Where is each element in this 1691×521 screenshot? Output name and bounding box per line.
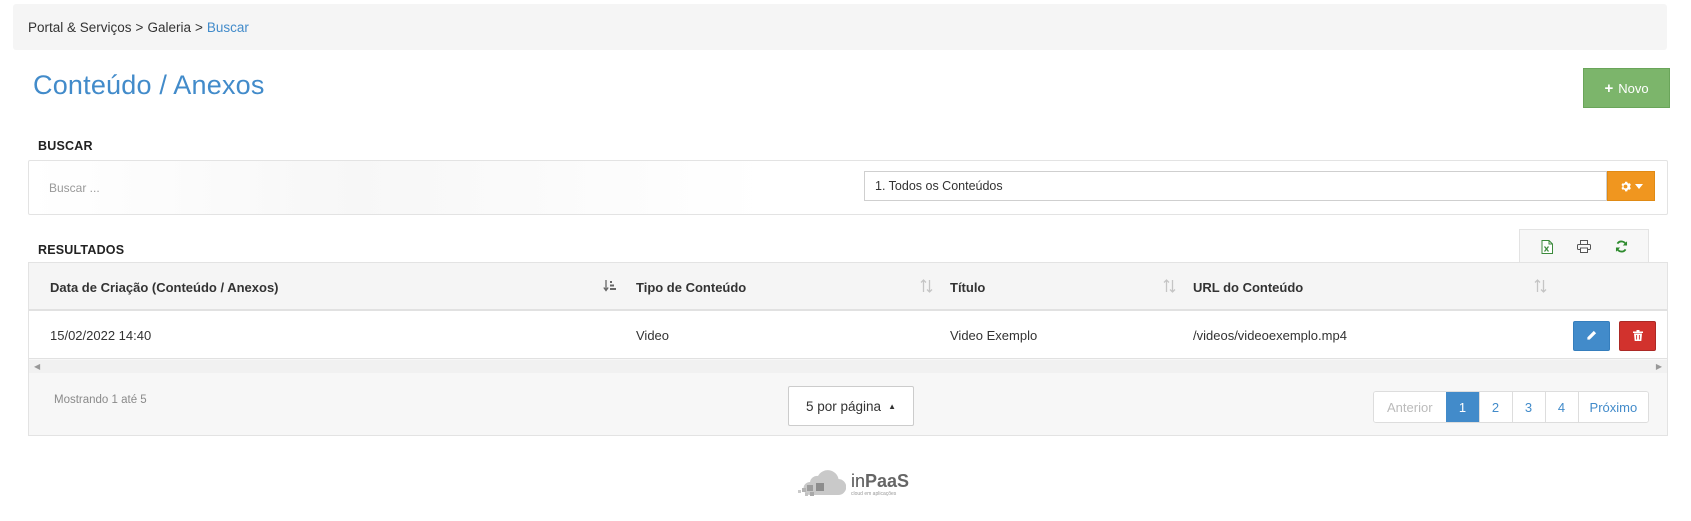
pagination-prev[interactable]: Anterior [1374, 392, 1446, 422]
results-toolbar [1519, 229, 1649, 263]
cloud-logo-icon [796, 468, 847, 501]
sort-icon[interactable] [920, 279, 933, 296]
page-title: Conteúdo / Anexos [33, 70, 265, 100]
column-header-titulo[interactable]: Título [950, 263, 985, 311]
breadcrumb-item-portal[interactable]: Portal & Serviços [28, 20, 132, 35]
pagination-page-4[interactable]: 4 [1544, 392, 1578, 422]
plus-icon: + [1604, 79, 1614, 97]
pagination-page-3[interactable]: 3 [1511, 392, 1545, 422]
cell-tipo: Video [636, 327, 670, 343]
new-button-label: Novo [1618, 80, 1649, 96]
breadcrumb-item-buscar: Buscar [206, 19, 249, 35]
content-filter-select[interactable]: 1. Todos os Conteúdos [864, 171, 1607, 201]
results-section-label: RESULTADOS [38, 243, 125, 257]
showing-info: Mostrando 1 até 5 [54, 394, 147, 406]
breadcrumb-item-galeria[interactable]: Galeria [147, 20, 191, 35]
sort-icon[interactable] [1534, 279, 1547, 296]
refresh-icon[interactable] [1610, 236, 1632, 258]
inpaas-logo: inPaaS cloud em aplicações [796, 468, 909, 501]
results-panel: Data de Criação (Conteúdo / Anexos) Tipo… [28, 262, 1668, 436]
delete-button[interactable] [1619, 321, 1656, 351]
logo-wordmark: inPaaS [851, 471, 910, 491]
cell-data-criacao: 15/02/2022 14:40 [50, 327, 152, 343]
excel-icon[interactable] [1536, 236, 1558, 258]
caret-up-icon: ▲ [888, 401, 896, 411]
search-input[interactable] [49, 174, 849, 202]
chevron-down-icon [1634, 183, 1643, 189]
search-settings-button[interactable] [1607, 171, 1655, 201]
gear-icon [1620, 181, 1631, 192]
logo-tagline: cloud em aplicações [851, 491, 897, 497]
pagination-next[interactable]: Próximo [1577, 392, 1649, 422]
scroll-left-icon[interactable]: ◀ [34, 362, 40, 371]
pagination-page-1[interactable]: 1 [1445, 392, 1479, 422]
search-section-label: BUSCAR [38, 139, 93, 153]
print-icon[interactable] [1573, 236, 1595, 258]
sort-desc-icon[interactable] [603, 279, 617, 296]
per-page-label: 5 por página [806, 398, 882, 414]
pagination: Anterior 1 2 3 4 Próximo [1373, 391, 1650, 423]
scroll-right-icon[interactable]: ▶ [1656, 362, 1662, 371]
cell-url: /videos/videoexemplo.mp4 [1193, 327, 1347, 343]
edit-button[interactable] [1573, 321, 1610, 351]
horizontal-scrollbar[interactable]: ◀ ▶ [29, 360, 1667, 373]
breadcrumb: Portal & Serviços > Galeria > Buscar [13, 4, 1667, 50]
breadcrumb-separator: > [194, 19, 203, 35]
column-header-url[interactable]: URL do Conteúdo [1193, 263, 1303, 311]
new-button[interactable]: + Novo [1583, 68, 1670, 108]
trash-icon [1632, 329, 1643, 344]
cell-titulo: Video Exemplo [950, 327, 1038, 343]
pagination-page-2[interactable]: 2 [1478, 392, 1512, 422]
table-header: Data de Criação (Conteúdo / Anexos) Tipo… [29, 263, 1667, 311]
search-panel: 1. Todos os Conteúdos [28, 160, 1668, 215]
per-page-select[interactable]: 5 por página ▲ [788, 386, 914, 426]
column-header-data-criacao[interactable]: Data de Criação (Conteúdo / Anexos) [50, 263, 279, 311]
pencil-icon [1586, 329, 1597, 344]
sort-icon[interactable] [1163, 279, 1176, 296]
breadcrumb-separator: > [135, 19, 144, 35]
table-row: 15/02/2022 14:40 Video Video Exemplo /vi… [29, 311, 1667, 359]
column-header-tipo[interactable]: Tipo de Conteúdo [636, 263, 746, 311]
